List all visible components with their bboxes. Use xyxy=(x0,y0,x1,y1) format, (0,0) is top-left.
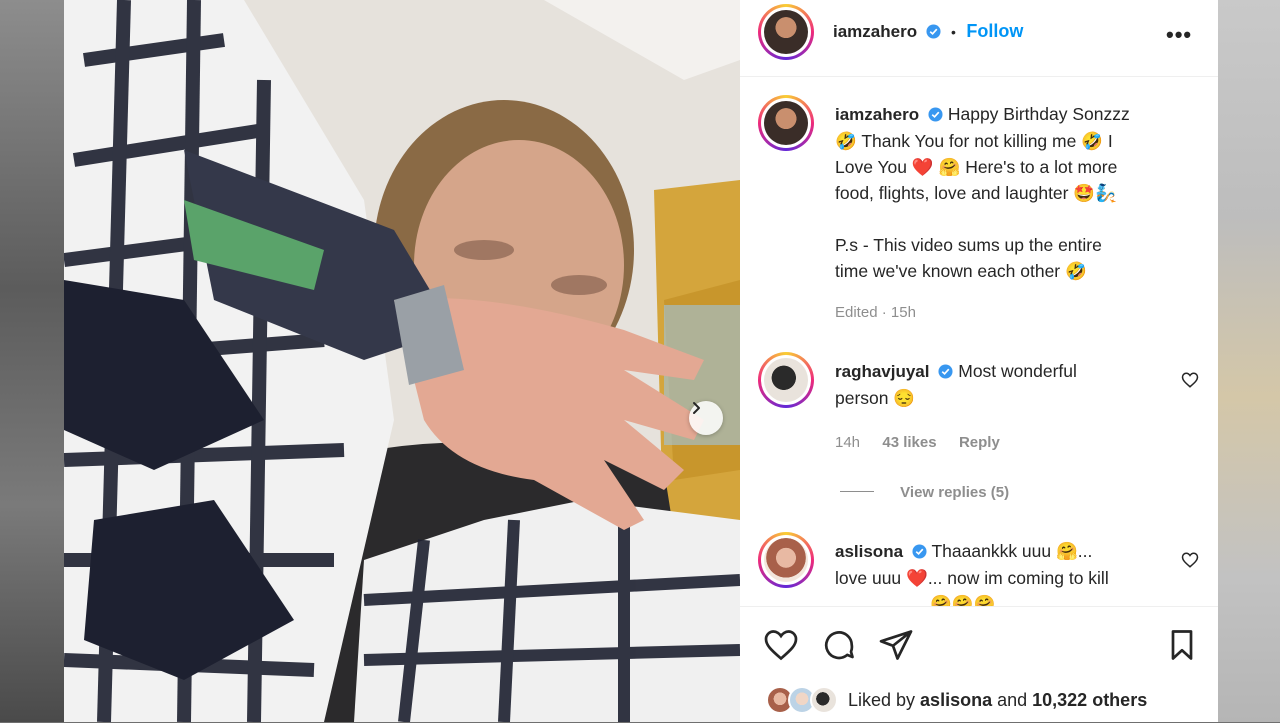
comment-raghavjuyal: raghavjuyal Most wonderful person 😔 xyxy=(835,358,1175,411)
comment-aslisona-clip: aslisona Thaaankkk uuu 🤗... love uuu ❤️.… xyxy=(740,520,1218,606)
meta-dot: · xyxy=(881,304,887,321)
comment-like-heart-icon[interactable] xyxy=(1181,371,1199,389)
heart-icon[interactable] xyxy=(763,627,799,663)
caption-avatar[interactable] xyxy=(758,95,814,151)
comment-text: love uuu ❤️... now im coming to kill xyxy=(835,568,1109,588)
caption-line: Happy Birthday Sonzzz xyxy=(947,104,1130,124)
caption-line: P.s - This video sums up the entire xyxy=(835,235,1102,255)
follow-button[interactable]: Follow xyxy=(966,21,1023,41)
caption-meta: Edited · 15h xyxy=(835,304,916,321)
view-replies-label: View replies (5) xyxy=(900,484,1010,501)
post-header: iamzahero • Follow ••• xyxy=(740,0,1218,77)
comment-aslisona: aslisona Thaaankkk uuu 🤗... love uuu ❤️.… xyxy=(835,538,1175,606)
liked-by-user[interactable]: aslisona xyxy=(920,690,992,710)
author-username[interactable]: iamzahero xyxy=(833,22,917,41)
comment-text: 🤗🤗🤗 xyxy=(930,594,996,606)
comment-avatar-raghavjuyal[interactable] xyxy=(758,352,814,408)
share-icon[interactable] xyxy=(878,627,914,663)
comment-likes-count[interactable]: 43 likes xyxy=(882,434,936,451)
likes-count-link[interactable]: 10,322 others xyxy=(1032,690,1147,710)
caption-line: time we've known each other 🤣 xyxy=(835,261,1087,281)
post-media-video[interactable] xyxy=(64,0,740,722)
comment-like-heart-icon[interactable] xyxy=(1181,551,1199,569)
backdrop-right xyxy=(1218,0,1280,722)
liker-avatar[interactable] xyxy=(810,686,838,714)
caption-line: Love You ❤️ 🤗 Here's to a lot more xyxy=(835,157,1118,177)
comment-meta: 14h 43 likes Reply xyxy=(835,434,1000,451)
caption-line: food, flights, love and laughter 🤩🧞 xyxy=(835,183,1117,203)
backdrop-left xyxy=(0,0,64,722)
caption-line: 🤣 Thank You for not killing me 🤣 I xyxy=(835,131,1113,151)
verified-icon xyxy=(926,24,941,39)
next-slide-button[interactable] xyxy=(689,401,723,435)
reply-button[interactable]: Reply xyxy=(959,434,1000,451)
comment-username[interactable]: raghavjuyal xyxy=(835,362,930,381)
replies-divider xyxy=(840,491,874,492)
verified-icon xyxy=(938,364,953,379)
caption-body: iamzahero Happy Birthday Sonzzz 🤣 Thank … xyxy=(835,101,1175,284)
author-avatar[interactable] xyxy=(758,4,814,60)
post-details-panel: iamzahero • Follow ••• iamzahero Happy B… xyxy=(740,0,1218,722)
caption-time[interactable]: 15h xyxy=(891,304,916,321)
verified-icon xyxy=(928,107,943,122)
comment-text: Thaaankkk uuu 🤗... xyxy=(931,541,1093,561)
video-frame-illustration xyxy=(64,0,740,722)
comment-time[interactable]: 14h xyxy=(835,434,860,451)
liked-by-summary: Liked by aslisona and 10,322 others xyxy=(848,690,1147,711)
caption-username[interactable]: iamzahero xyxy=(835,105,919,124)
view-replies-button[interactable]: View replies (5) xyxy=(840,484,1009,501)
more-options-icon[interactable]: ••• xyxy=(1166,22,1192,48)
comment-avatar-aslisona[interactable] xyxy=(758,532,814,588)
comment-text: Most wonderful xyxy=(958,361,1077,381)
edited-label: Edited xyxy=(835,304,878,321)
comment-icon[interactable] xyxy=(821,627,857,663)
chevron-right-icon xyxy=(693,402,700,414)
liked-by-middle: and xyxy=(992,690,1033,710)
verified-icon xyxy=(912,544,927,559)
header-separator: • xyxy=(951,24,956,40)
bookmark-icon[interactable] xyxy=(1164,627,1200,663)
comment-username[interactable]: aslisona xyxy=(835,542,903,561)
liked-by-prefix: Liked by xyxy=(848,690,921,710)
comment-text: person 😔 xyxy=(835,388,916,408)
